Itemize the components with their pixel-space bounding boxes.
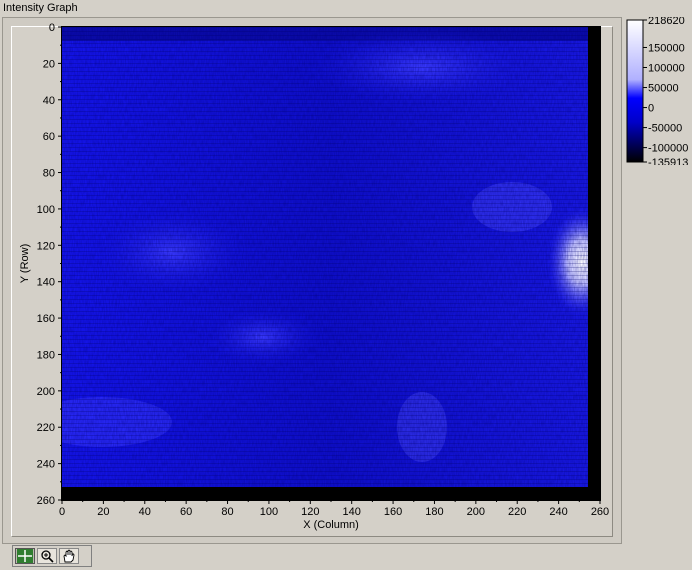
graph-title: Intensity Graph	[3, 2, 78, 14]
intensity-image	[62, 27, 600, 500]
zoom-icon	[41, 550, 54, 563]
graph-palette-toolbar	[12, 545, 92, 567]
scale-tick-label: -100000	[648, 143, 688, 155]
color-scale-bar	[626, 19, 644, 163]
scale-tick-label: 218620	[648, 17, 685, 27]
hand-icon	[63, 549, 75, 563]
scale-tick-label: 150000	[648, 42, 685, 54]
pan-tool-button[interactable]	[59, 548, 79, 564]
scale-tick-label: 0	[648, 103, 654, 115]
scale-tick-label: 100000	[648, 63, 685, 75]
scale-tick-label: -135913	[648, 157, 688, 165]
intensity-graph-panel: Intensity Graph 0 20 40 60 80 100 120 14…	[0, 0, 692, 570]
color-scale-svg: 218620 150000 100000 50000 0 -50000 -100000 -13…	[626, 15, 688, 169]
zoom-tool-button[interactable]	[37, 548, 57, 564]
scale-tick-label: 50000	[648, 83, 679, 95]
intensity-plot-area[interactable]	[62, 27, 600, 500]
crosshair-icon	[17, 549, 33, 563]
color-scale: 218620 150000 100000 50000 0 -50000 -100000 -13…	[625, 15, 691, 169]
cursor-tool-button[interactable]	[15, 548, 35, 564]
scale-tick-label: -50000	[648, 123, 682, 135]
